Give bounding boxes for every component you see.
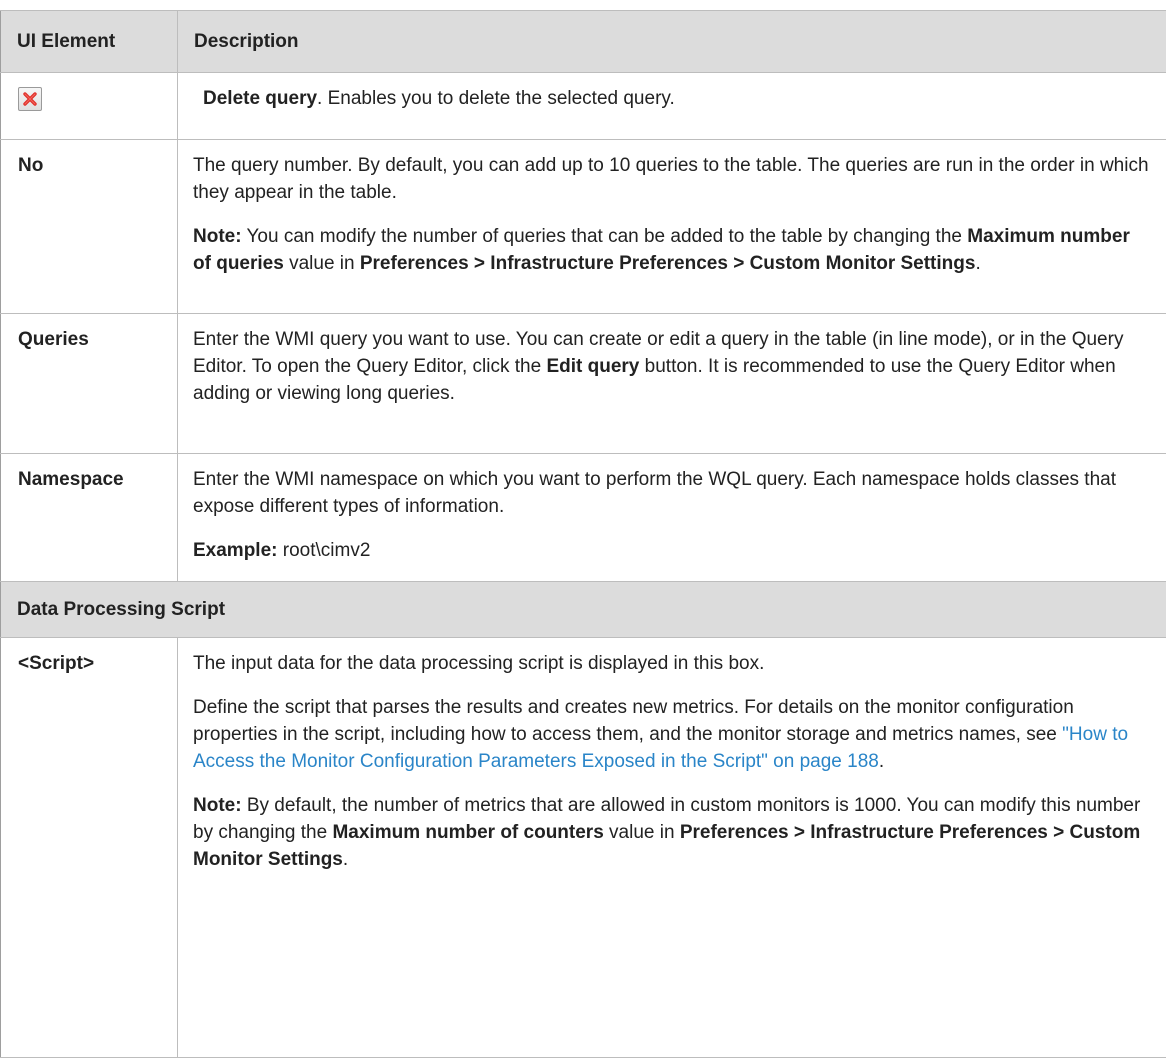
cell-script-description: The input data for the data processing s…	[178, 638, 1166, 1058]
section-title: Data Processing Script	[1, 582, 1166, 638]
table-row-namespace: Namespace Enter the WMI namespace on whi…	[1, 454, 1166, 582]
table-row-delete-query: Delete query. Enables you to delete the …	[1, 73, 1166, 140]
namespace-description-text: Enter the WMI namespace on which you wan…	[193, 466, 1152, 520]
example-value: root\cimv2	[277, 540, 370, 561]
note-label: Note:	[193, 795, 242, 816]
cell-namespace-description: Enter the WMI namespace on which you wan…	[178, 454, 1166, 582]
note-text: value in	[604, 822, 680, 843]
table-header-row: UI Element Description	[1, 11, 1166, 73]
note-label: Note:	[193, 226, 242, 247]
header-description: Description	[178, 11, 1166, 73]
example-label: Example:	[193, 540, 277, 561]
edit-query-term: Edit query	[546, 356, 639, 377]
cell-queries-description: Enter the WMI query you want to use. You…	[178, 314, 1166, 454]
script-note: Note: By default, the number of metrics …	[193, 792, 1152, 873]
note-text: You can modify the number of queries tha…	[242, 226, 968, 247]
cell-queries-label: Queries	[1, 314, 178, 454]
delete-x-icon	[19, 88, 41, 110]
ui-elements-table: UI Element Description Delete query. Ena…	[0, 10, 1166, 1058]
no-note: Note: You can modify the number of queri…	[193, 223, 1152, 277]
script-text: .	[879, 751, 884, 772]
cell-no-description: The query number. By default, you can ad…	[178, 140, 1166, 314]
header-ui-element: UI Element	[1, 11, 178, 73]
namespace-example: Example: root\cimv2	[193, 537, 1152, 564]
delete-query-text: . Enables you to delete the selected que…	[317, 88, 675, 109]
script-define-text: Define the script that parses the result…	[193, 694, 1152, 775]
preferences-path: Preferences > Infrastructure Preferences…	[360, 253, 976, 274]
section-row-data-processing-script: Data Processing Script	[1, 582, 1166, 638]
cell-script-label: <Script>	[1, 638, 178, 1058]
table-row-no: No The query number. By default, you can…	[1, 140, 1166, 314]
queries-description-text: Enter the WMI query you want to use. You…	[193, 326, 1152, 407]
note-text: value in	[284, 253, 360, 274]
note-text: .	[343, 849, 348, 870]
delete-query-term: Delete query	[203, 88, 317, 109]
table-row-queries: Queries Enter the WMI query you want to …	[1, 314, 1166, 454]
table-row-script: <Script> The input data for the data pro…	[1, 638, 1166, 1058]
cell-delete-icon	[1, 73, 178, 140]
no-description-text: The query number. By default, you can ad…	[193, 152, 1152, 206]
cell-namespace-label: Namespace	[1, 454, 178, 582]
note-text: .	[975, 253, 980, 274]
cell-delete-description: Delete query. Enables you to delete the …	[178, 73, 1166, 140]
script-text: Define the script that parses the result…	[193, 697, 1074, 745]
script-input-text: The input data for the data processing s…	[193, 650, 1152, 677]
cell-no-label: No	[1, 140, 178, 314]
max-counters-setting: Maximum number of counters	[332, 822, 603, 843]
delete-query-button[interactable]	[18, 87, 42, 111]
